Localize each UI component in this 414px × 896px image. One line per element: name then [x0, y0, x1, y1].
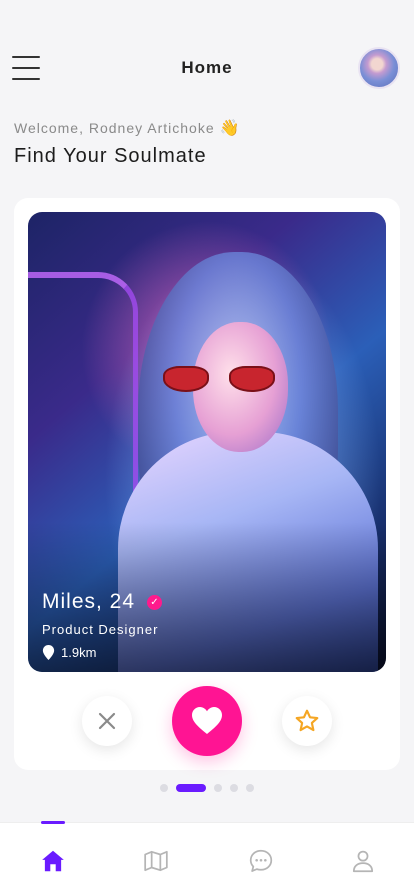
- headline: Find Your Soulmate: [14, 145, 207, 167]
- nav-home[interactable]: [39, 847, 67, 875]
- star-icon: [295, 709, 319, 732]
- dislike-button[interactable]: [82, 696, 132, 746]
- profile-name: Miles, 24: [42, 590, 136, 613]
- profile-photo[interactable]: Miles, 24 ✓ Product Designer 1.9km: [28, 212, 386, 672]
- like-button[interactable]: [172, 686, 242, 756]
- profile-card[interactable]: Miles, 24 ✓ Product Designer 1.9km: [14, 198, 400, 770]
- welcome-greeting: Welcome, Rodney Artichoke: [14, 120, 215, 136]
- close-icon: [98, 712, 116, 730]
- profile-icon: [352, 850, 374, 873]
- photo-glasses: [163, 362, 283, 392]
- photo-neon-light: [28, 272, 138, 502]
- page-dot-active[interactable]: [176, 784, 206, 792]
- super-like-button[interactable]: [282, 696, 332, 746]
- page-dot[interactable]: [214, 784, 222, 792]
- verified-icon: ✓: [147, 595, 162, 610]
- profile-job: Product Designer: [42, 622, 159, 637]
- header: Home: [0, 44, 414, 94]
- page-dot[interactable]: [230, 784, 238, 792]
- page-title: Home: [181, 58, 233, 77]
- heart-icon: [192, 707, 222, 734]
- avatar[interactable]: [358, 47, 400, 89]
- pagination-dots: [0, 784, 414, 792]
- nav-active-indicator: [41, 821, 65, 824]
- wave-icon: 👋: [219, 120, 241, 137]
- welcome-text: Welcome, Rodney Artichoke 👋: [14, 118, 240, 138]
- page-dot[interactable]: [160, 784, 168, 792]
- distance-value: 1.9km: [61, 644, 97, 660]
- bottom-nav: [0, 821, 414, 896]
- location-pin-icon: [42, 644, 55, 660]
- nav-profile[interactable]: [349, 847, 377, 875]
- nav-chat[interactable]: [247, 847, 275, 875]
- nav-map[interactable]: [142, 847, 170, 875]
- profile-distance: 1.9km: [42, 644, 96, 660]
- map-icon: [144, 850, 168, 872]
- home-screen: Home Welcome, Rodney Artichoke 👋 Find Yo…: [0, 0, 414, 896]
- page-dot[interactable]: [246, 784, 254, 792]
- home-icon: [42, 850, 64, 872]
- chat-icon: [249, 849, 273, 872]
